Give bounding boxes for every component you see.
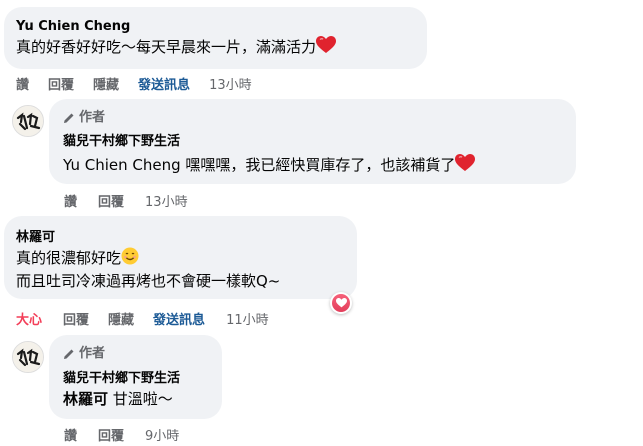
- pencil-icon: [64, 349, 74, 359]
- comment-text: 林羅可 甘溫啦～: [63, 388, 173, 410]
- timestamp[interactable]: 13小時: [209, 74, 252, 93]
- love-button[interactable]: 大心: [16, 309, 42, 328]
- reply-button[interactable]: 回覆: [98, 425, 124, 444]
- reply-button[interactable]: 回覆: [98, 191, 124, 210]
- like-button[interactable]: 讚: [16, 74, 29, 93]
- author-badge: 作者: [63, 345, 105, 362]
- comment-text: Yu Chien Cheng 嘿嘿嘿，我已經快買庫存了，也該補貨了: [63, 154, 476, 176]
- send-message-button[interactable]: 發送訊息: [138, 74, 190, 93]
- comment-bubble: 林羅可 真的很濃郁好吃 而且吐司冷凍過再烤也不會硬一樣軟Q~: [4, 216, 357, 299]
- author-badge-label: 作者: [79, 346, 106, 361]
- comment-text-body: 甘溫啦～: [108, 390, 173, 408]
- smile-emoji-icon: [121, 247, 139, 265]
- pencil-icon: [64, 113, 74, 123]
- comment-text-line: 而且吐司冷凍過再烤也不會硬一樣軟Q~: [16, 272, 281, 290]
- author-badge-label: 作者: [79, 110, 106, 125]
- timestamp[interactable]: 11小時: [226, 309, 269, 328]
- page-logo-icon: [13, 342, 43, 372]
- page-avatar[interactable]: [12, 341, 44, 373]
- like-button[interactable]: 讚: [64, 425, 77, 444]
- heart-emoji-icon: [455, 154, 476, 171]
- author-badge: 作者: [63, 109, 105, 126]
- send-message-button[interactable]: 發送訊息: [153, 309, 205, 328]
- like-button[interactable]: 讚: [64, 191, 77, 210]
- comment-text-body: 真的好香好好吃～每天早晨來一片，滿滿活力: [16, 38, 317, 56]
- heart-emoji-icon: [316, 36, 337, 53]
- comment-text-line: 真的很濃郁好吃: [16, 247, 139, 269]
- comment-text-body: 真的很濃郁好吃: [16, 249, 122, 267]
- reply-bubble: 作者 貓兒干村鄉下野生活 Yu Chien Cheng 嘿嘿嘿，我已經快買庫存了…: [49, 99, 576, 184]
- comment-bubble: Yu Chien Cheng 真的好香好好吃～每天早晨來一片，滿滿活力: [4, 7, 427, 69]
- hide-button[interactable]: 隱藏: [108, 309, 134, 328]
- mention-tag[interactable]: 林羅可: [63, 390, 108, 408]
- love-reaction-icon: [332, 294, 350, 312]
- comment-author-name[interactable]: Yu Chien Cheng: [16, 18, 130, 35]
- love-reaction-badge[interactable]: [330, 292, 352, 314]
- reply-button[interactable]: 回覆: [48, 74, 74, 93]
- comment-text: 真的好香好好吃～每天早晨來一片，滿滿活力: [16, 36, 337, 58]
- page-logo-icon: [13, 106, 43, 136]
- comment-author-name[interactable]: 貓兒干村鄉下野生活: [63, 133, 180, 150]
- comment-actions: 讚 回覆 9小時: [64, 425, 179, 444]
- mention-tag[interactable]: Yu Chien Cheng: [63, 156, 181, 174]
- comment-actions: 大心 回覆 隱藏 發送訊息 11小時: [16, 309, 269, 328]
- comment-author-name[interactable]: 貓兒干村鄉下野生活: [63, 370, 180, 387]
- comment-text-body: 嘿嘿嘿，我已經快買庫存了，也該補貨了: [180, 156, 456, 174]
- comment-actions: 讚 回覆 隱藏 發送訊息 13小時: [16, 74, 252, 93]
- timestamp[interactable]: 9小時: [145, 425, 179, 444]
- comment-actions: 讚 回覆 13小時: [64, 191, 188, 210]
- reply-button[interactable]: 回覆: [63, 309, 89, 328]
- page-avatar[interactable]: [12, 105, 44, 137]
- reply-bubble: 作者 貓兒干村鄉下野生活 林羅可 甘溫啦～: [49, 335, 222, 419]
- hide-button[interactable]: 隱藏: [93, 74, 119, 93]
- comment-author-name[interactable]: 林羅可: [16, 229, 55, 246]
- timestamp[interactable]: 13小時: [145, 191, 188, 210]
